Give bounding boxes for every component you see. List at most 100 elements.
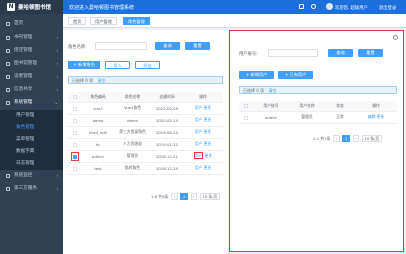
select-all-checkbox[interactable] [73, 95, 77, 100]
import-button[interactable]: 导入 [105, 61, 130, 69]
table-row[interactable]: admin 管理员 正常 编辑 更多 [239, 111, 397, 124]
prev-page-button[interactable]: ‹ [333, 135, 340, 142]
book-icon [6, 36, 10, 40]
role-search-button[interactable]: 查询 [155, 42, 180, 50]
table-row[interactable]: test 临时角色 2018-12-20 用户 更多 [68, 162, 223, 175]
sidebar-item-label: 读者管理 [14, 74, 33, 79]
sidebar-subitem-logs[interactable]: 日志管理 [0, 158, 63, 170]
sidebar-item-third-party[interactable]: 第三方服务 › [0, 183, 63, 195]
row-checkbox[interactable] [73, 118, 77, 123]
sidebar-subitem-users[interactable]: 用户管理 [0, 110, 63, 122]
logout-link[interactable]: 退出登录 [379, 5, 396, 11]
next-page-button[interactable]: › [352, 135, 360, 142]
row-checkbox-highlight [71, 151, 79, 161]
role-date: 2018-12-20 [151, 162, 183, 175]
chevron-right-icon: › [56, 186, 58, 191]
row-checkbox[interactable] [244, 115, 248, 120]
more-dropdown[interactable]: 更多 [377, 114, 385, 119]
edit-link[interactable]: 编辑 [368, 114, 376, 119]
sidebar-item-system[interactable]: 系统管理 ⌄ [0, 97, 63, 109]
tab-users[interactable]: 用户管理 [90, 17, 117, 25]
role-users-link[interactable]: 用户 [195, 141, 203, 146]
role-date: 2018-12-21 [151, 150, 183, 163]
monitor-icon [6, 174, 10, 178]
role-clear-link[interactable]: 清空 [97, 78, 105, 83]
table-row-selected[interactable]: admin 管理员 2018-12-21 用户 更多 [68, 150, 223, 163]
user-reset-button[interactable]: 重置 [358, 49, 383, 57]
sidebar-item-borrow[interactable]: 借还管理 › [0, 45, 63, 57]
more-dropdown[interactable]: 更多 [204, 129, 212, 134]
role-search-input[interactable] [95, 42, 147, 50]
sidebar-item-label: 系统管理 [14, 100, 33, 105]
table-row[interactable]: demo demo 2020-05-14 用户 更多 [68, 114, 223, 127]
role-pagination: 1-6 共6条 ‹ 1 › 10 条/页 [151, 193, 220, 200]
chevron-down-icon: ⌄ [54, 100, 58, 105]
gear-icon[interactable] [393, 35, 398, 40]
sidebar-subitem-roles[interactable]: 角色管理 [0, 122, 63, 134]
add-user-button[interactable]: + 新增用户 [239, 71, 274, 79]
tab-roles[interactable]: 角色管理 [123, 17, 150, 25]
pagination-range: 1-1 共1条 [313, 136, 331, 141]
role-date: 2022-02-09 [151, 102, 183, 115]
more-dropdown[interactable]: 更多 [204, 105, 212, 110]
select-all-cell[interactable] [68, 92, 82, 103]
sidebar-item-home[interactable]: 首页 [0, 18, 63, 30]
row-checkbox[interactable] [73, 130, 77, 135]
next-page-button[interactable]: › [190, 193, 198, 200]
sidebar-item-share[interactable]: 信息共享 › [0, 84, 63, 96]
sidebar-item-books[interactable]: 书刊管理 › [0, 32, 63, 44]
column-header[interactable]: 创建时间 [151, 92, 183, 103]
search-icon[interactable] [299, 4, 304, 9]
page-button[interactable]: 1 [342, 135, 350, 142]
more-dropdown[interactable]: 更多 [204, 165, 212, 170]
app-logo[interactable]: N 曼哈顿图书馆 [0, 0, 63, 14]
sidebar-subitem-menus[interactable]: 菜单管理 [0, 134, 63, 146]
sidebar-item-monitor[interactable]: 系统监控 › [0, 170, 63, 182]
more-dropdown[interactable]: 更多 [204, 117, 212, 122]
sidebar-item-label: 图书馆管理 [14, 61, 37, 66]
export-button[interactable]: 导出 [135, 61, 160, 69]
role-users-link[interactable]: 用户 [195, 105, 203, 110]
prev-page-button[interactable]: ‹ [171, 193, 178, 200]
share-icon [6, 88, 10, 92]
row-checkbox[interactable] [73, 106, 77, 111]
column-header: 状态 [325, 101, 355, 112]
row-checkbox[interactable] [73, 142, 77, 147]
user-table-header: 用户账号 用户名称 状态 操作 [239, 101, 397, 112]
user-clear-link[interactable]: 清空 [268, 88, 276, 93]
row-checkbox[interactable] [73, 166, 77, 171]
select-all-checkbox[interactable] [244, 104, 248, 109]
role-date: 2019-06-20 [151, 126, 183, 139]
page-size-select[interactable]: 10 条/页 [361, 135, 382, 142]
sidebar-item-readers[interactable]: 读者管理 › [0, 71, 63, 83]
reader-icon [6, 75, 10, 79]
bell-icon[interactable] [311, 4, 316, 9]
add-role-button[interactable]: + 新增角色 [68, 61, 100, 69]
sidebar: N 曼哈顿图书馆 首页 书刊管理 › 借还管理 › 图书馆管理 › 读者管理 › [0, 0, 63, 254]
more-dropdown[interactable]: 更多 [204, 141, 212, 146]
avatar[interactable] [326, 3, 333, 10]
user-search-button[interactable]: 查询 [328, 49, 353, 57]
page-size-select[interactable]: 10 条/页 [199, 193, 220, 200]
row-checkbox[interactable] [73, 154, 77, 159]
pagination-range: 1-6 共6条 [151, 194, 169, 199]
tab-home[interactable]: 首页 [68, 17, 87, 25]
existing-user-button[interactable]: + 已有用户 [278, 71, 313, 79]
role-code: test [82, 162, 114, 175]
chevron-right-icon: › [56, 74, 58, 79]
header-username[interactable]: 欢迎您, 超级用户 [335, 5, 368, 11]
more-dropdown[interactable]: 更多 [205, 153, 213, 158]
role-users-link[interactable]: 用户 [193, 152, 204, 159]
sidebar-item-label: 借还管理 [14, 48, 33, 53]
table-row[interactable]: vue3 Vue3角色 2022-02-09 用户 更多 [68, 102, 223, 115]
role-users-link[interactable]: 用户 [195, 129, 203, 134]
sidebar-item-library[interactable]: 图书馆管理 › [0, 58, 63, 70]
table-row[interactable]: hr 人力资源部 2019-01-21 用户 更多 [68, 138, 223, 151]
role-reset-button[interactable]: 重置 [185, 42, 210, 50]
role-users-link[interactable]: 用户 [195, 165, 203, 170]
role-users-link[interactable]: 用户 [195, 117, 203, 122]
sidebar-subitem-dict[interactable]: 数据字典 [0, 146, 63, 158]
user-search-input[interactable] [268, 49, 318, 57]
page-button[interactable]: 1 [180, 193, 188, 200]
table-row[interactable]: third_role 第三方登录角色 2019-06-20 用户 更多 [68, 126, 223, 139]
